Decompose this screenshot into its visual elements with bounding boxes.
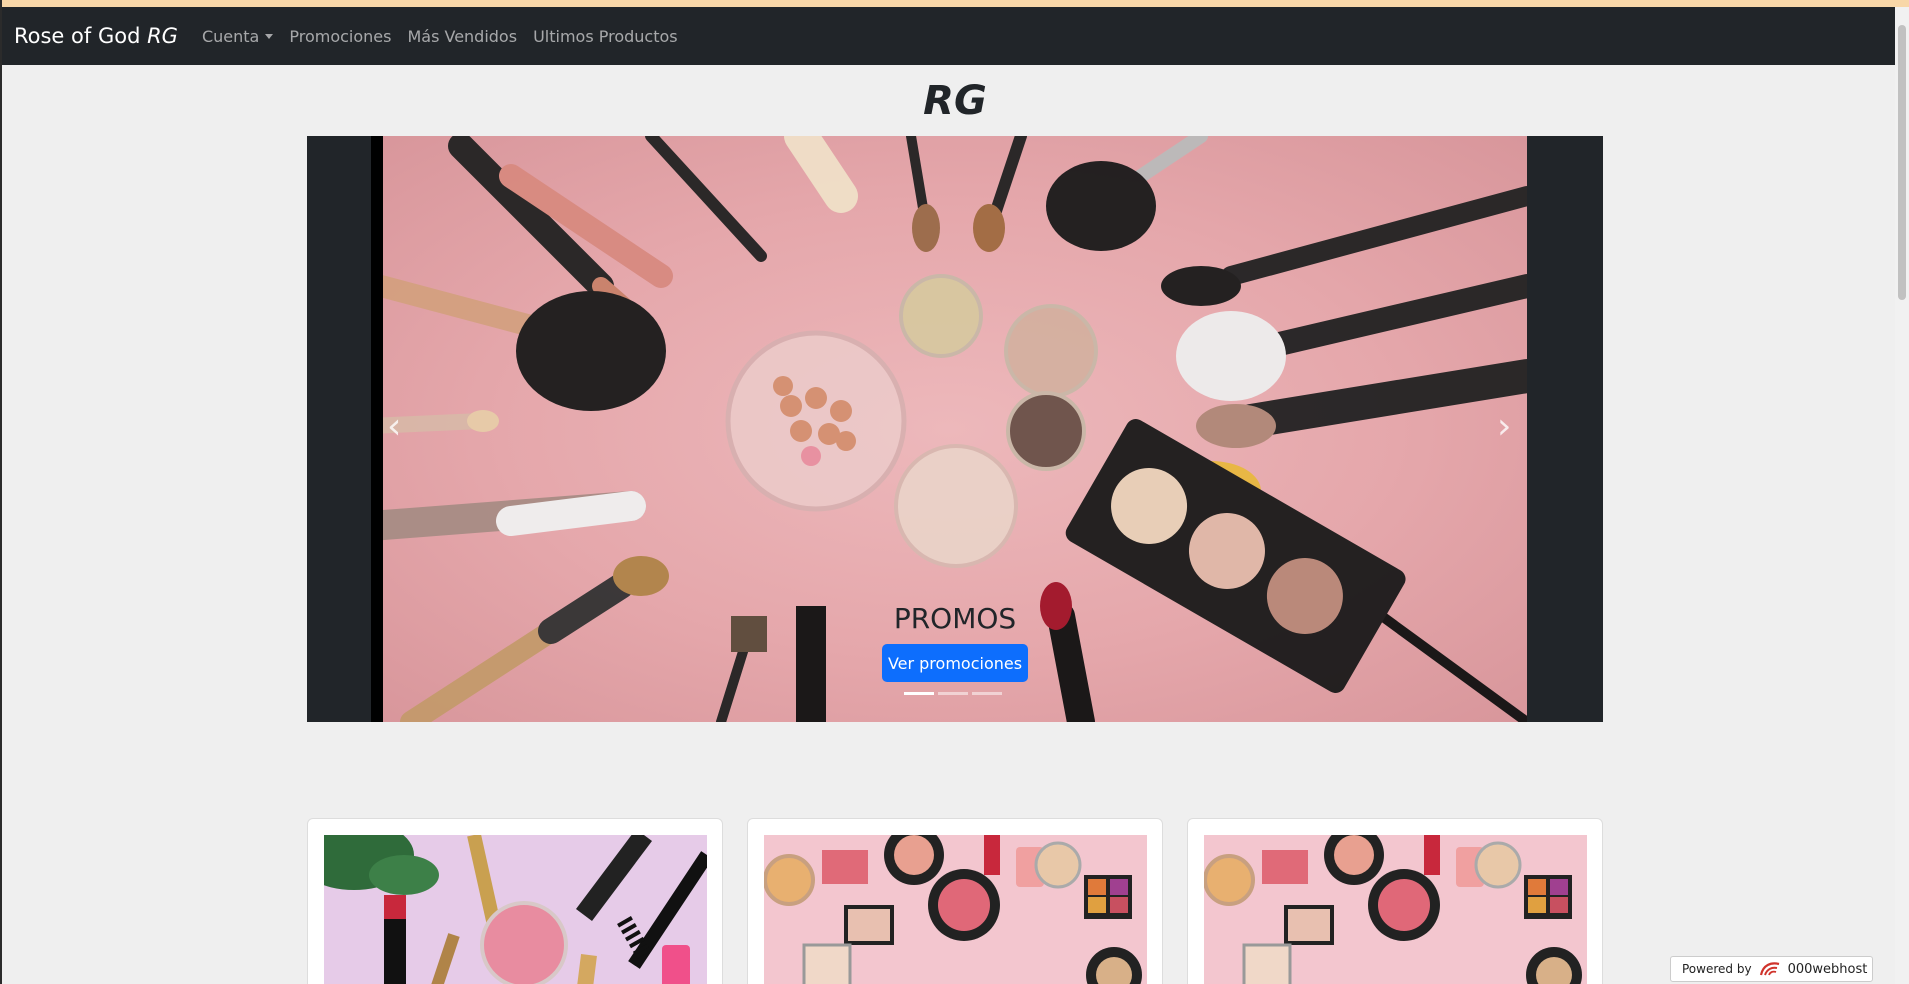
- webhost-logo-icon: [1759, 962, 1779, 976]
- page-heading: RG: [923, 78, 987, 124]
- scrollbar-thumb[interactable]: [1898, 25, 1906, 300]
- carousel-caption-title: PROMOS: [893, 602, 1017, 635]
- nav-promociones[interactable]: Promociones: [289, 27, 391, 46]
- brand-italic: RG: [147, 24, 178, 48]
- navbar: Rose of God RG Cuenta Promociones Más Ve…: [2, 7, 1908, 65]
- product-card-image[interactable]: [1204, 835, 1587, 984]
- carousel-indicator-3[interactable]: [972, 692, 1002, 695]
- carousel-prev-button[interactable]: ‹: [387, 406, 401, 447]
- top-accent-line: [2, 0, 1909, 7]
- page-scrollbar[interactable]: [1895, 7, 1909, 984]
- ver-promociones-button[interactable]: Ver promociones: [882, 644, 1028, 682]
- product-card-image[interactable]: [324, 835, 707, 984]
- carousel-indicator-1[interactable]: [904, 692, 934, 695]
- nav-ultimos-productos[interactable]: Ultimos Productos: [533, 27, 678, 46]
- carousel-indicators: [904, 692, 1002, 695]
- chevron-left-icon: ‹: [387, 406, 402, 447]
- powered-by-prefix: Powered by: [1682, 962, 1752, 976]
- product-card-2[interactable]: [747, 818, 1163, 984]
- nav-mas-vendidos[interactable]: Más Vendidos: [407, 27, 517, 46]
- product-card-1[interactable]: [307, 818, 723, 984]
- promo-carousel: ‹ › PROMOS Ver promociones: [307, 136, 1603, 722]
- product-card-image[interactable]: [764, 835, 1147, 984]
- nav-cuenta-dropdown[interactable]: Cuenta: [201, 26, 274, 46]
- nav-cuenta-label: Cuenta: [201, 26, 260, 46]
- powered-by-brand: 000webhost: [1787, 961, 1868, 977]
- brand-logo[interactable]: Rose of God RG: [14, 24, 178, 48]
- chevron-right-icon: ›: [1497, 406, 1512, 447]
- caret-down-icon: [265, 33, 274, 39]
- brand-text: Rose of God: [14, 24, 141, 48]
- product-card-3[interactable]: [1187, 818, 1603, 984]
- carousel-next-button[interactable]: ›: [1497, 406, 1511, 447]
- carousel-indicator-2[interactable]: [938, 692, 968, 695]
- powered-by-badge[interactable]: Powered by 000webhost: [1670, 956, 1873, 982]
